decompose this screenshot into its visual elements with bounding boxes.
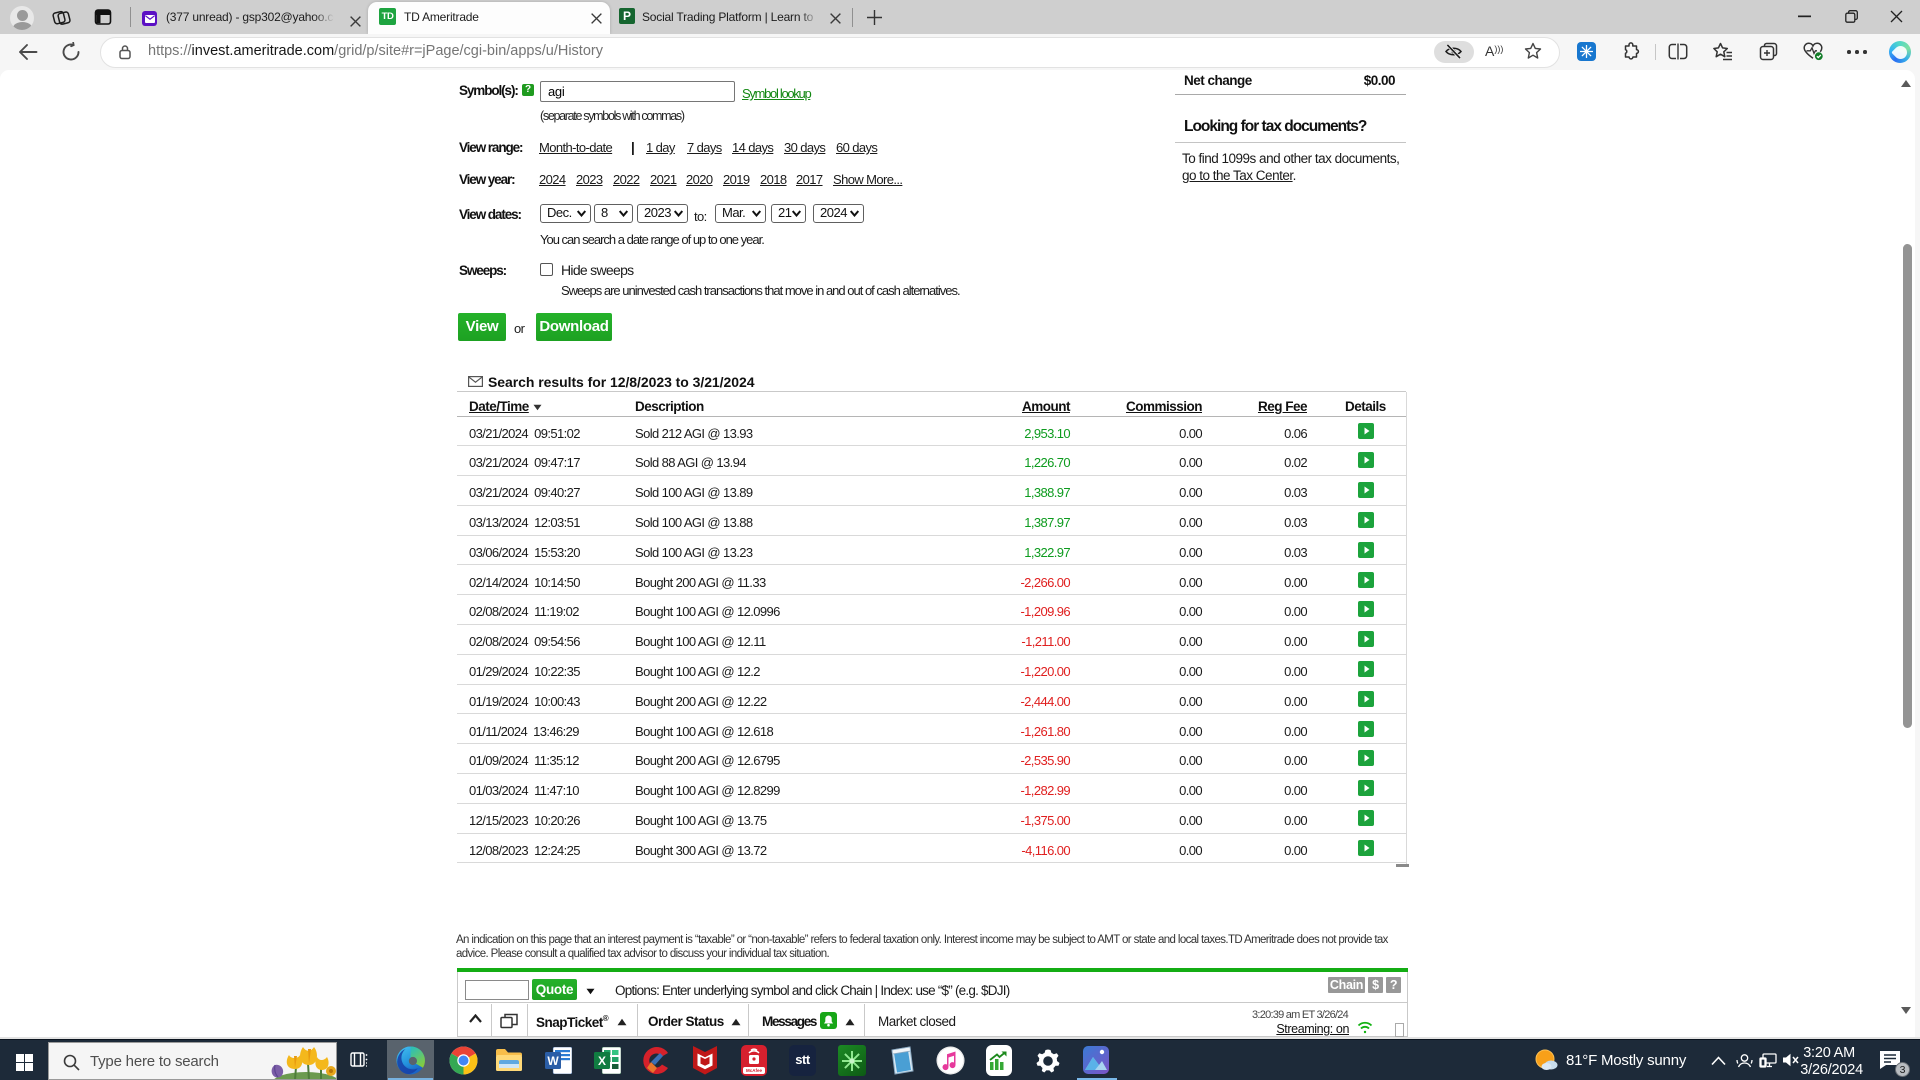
svg-text:X: X [598, 1054, 606, 1068]
svg-text:McAfee: McAfee [746, 1068, 763, 1073]
svg-text:W: W [547, 1054, 559, 1068]
